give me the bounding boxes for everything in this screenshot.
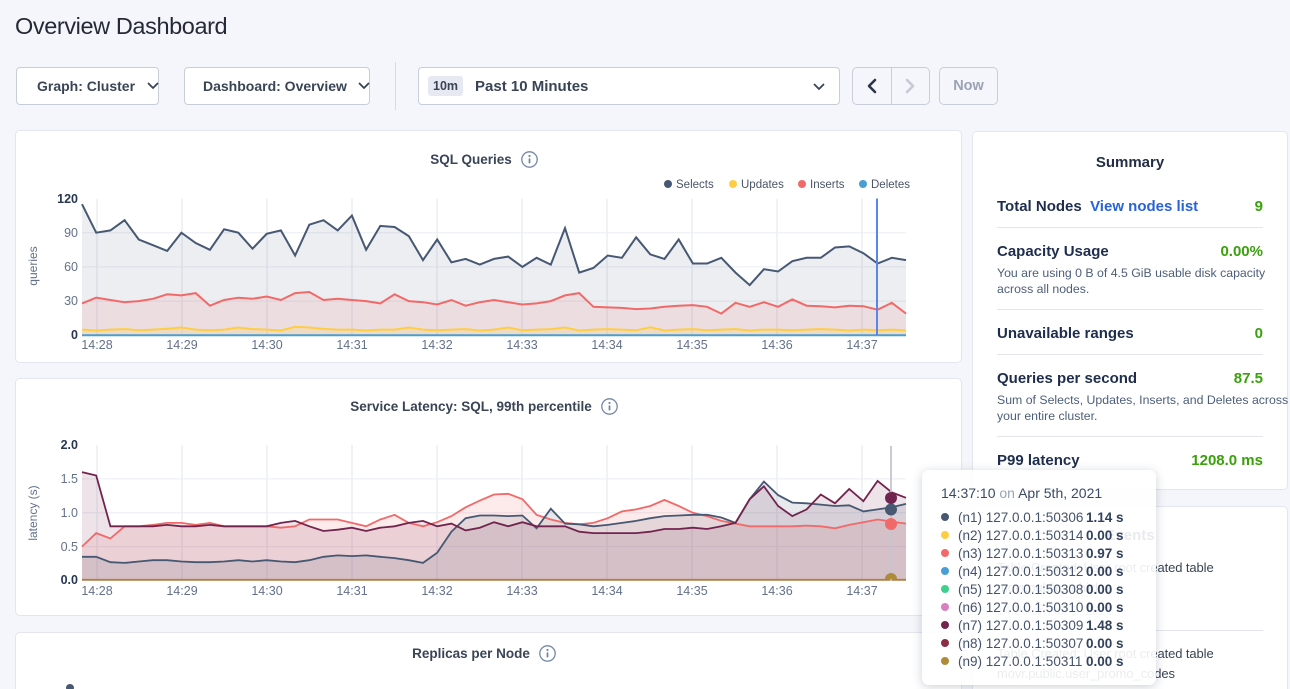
- svg-text:0.5: 0.5: [61, 540, 78, 554]
- svg-text:30: 30: [64, 294, 78, 308]
- svg-text:14:33: 14:33: [506, 584, 537, 598]
- svg-text:1.5: 1.5: [61, 472, 78, 486]
- svg-text:14:35: 14:35: [676, 584, 707, 598]
- svg-text:Updates: Updates: [741, 179, 784, 191]
- svg-text:14:31: 14:31: [336, 584, 367, 598]
- svg-text:Selects: Selects: [676, 179, 714, 191]
- svg-text:Deletes: Deletes: [871, 179, 910, 191]
- svg-text:14:36: 14:36: [761, 338, 792, 352]
- svg-text:0: 0: [71, 328, 78, 342]
- svg-text:14:29: 14:29: [166, 338, 197, 352]
- svg-text:14:30: 14:30: [251, 338, 282, 352]
- svg-text:14:32: 14:32: [421, 338, 452, 352]
- svg-text:14:32: 14:32: [421, 584, 452, 598]
- svg-text:120: 120: [57, 192, 78, 206]
- svg-text:14:31: 14:31: [336, 338, 367, 352]
- svg-text:14:33: 14:33: [506, 338, 537, 352]
- svg-text:14:28: 14:28: [81, 338, 112, 352]
- svg-text:Inserts: Inserts: [810, 179, 845, 191]
- svg-text:latency (s): latency (s): [26, 485, 40, 540]
- svg-text:14:37: 14:37: [846, 338, 877, 352]
- svg-text:2.0: 2.0: [61, 438, 78, 452]
- svg-text:14:28: 14:28: [81, 584, 112, 598]
- svg-text:14:34: 14:34: [591, 338, 622, 352]
- svg-text:14:37: 14:37: [846, 584, 877, 598]
- svg-text:14:29: 14:29: [166, 584, 197, 598]
- svg-text:14:34: 14:34: [591, 584, 622, 598]
- svg-text:60: 60: [64, 260, 78, 274]
- svg-text:14:36: 14:36: [761, 584, 792, 598]
- svg-text:90: 90: [64, 226, 78, 240]
- svg-text:14:30: 14:30: [251, 584, 282, 598]
- svg-text:1.0: 1.0: [61, 506, 78, 520]
- svg-text:0.0: 0.0: [61, 573, 78, 587]
- svg-text:14:35: 14:35: [676, 338, 707, 352]
- svg-text:queries: queries: [26, 246, 40, 285]
